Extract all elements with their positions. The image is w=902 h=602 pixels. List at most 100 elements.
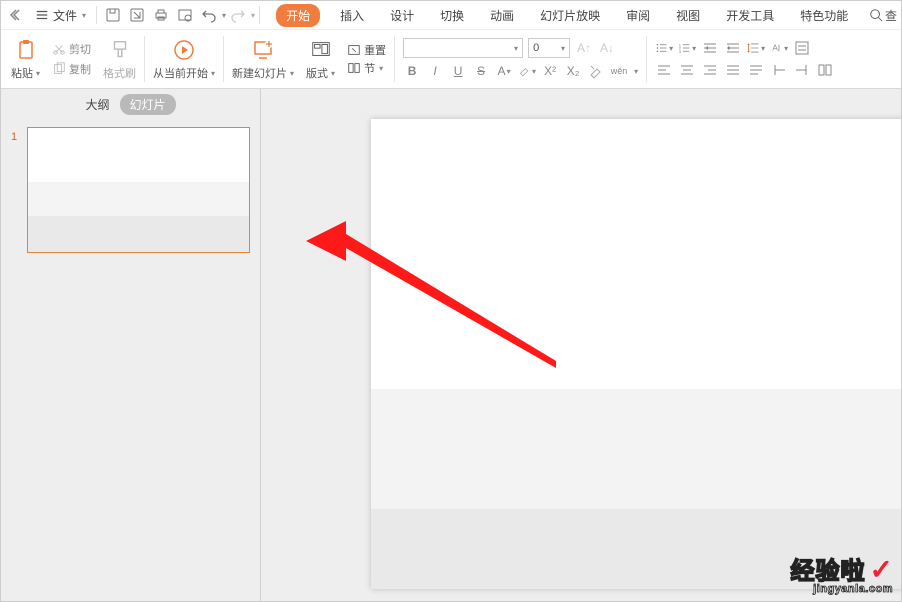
strikethrough-button[interactable]: S <box>472 62 490 80</box>
slide-number: 1 <box>11 127 21 253</box>
separator <box>223 36 224 82</box>
play-icon <box>171 37 197 63</box>
pinyin-button[interactable]: wěn <box>610 62 628 80</box>
reset-label: 重置 <box>364 42 386 58</box>
tab-review[interactable]: 审阅 <box>620 3 656 28</box>
separator <box>96 6 97 24</box>
superscript-button[interactable]: X² <box>541 62 559 80</box>
format-painter-button[interactable]: 格式刷 <box>97 32 142 86</box>
tab-design[interactable]: 设计 <box>384 3 420 28</box>
copy-label: 复制 <box>69 61 91 77</box>
tab-view[interactable]: 视图 <box>670 3 706 28</box>
align-center-button[interactable] <box>678 61 696 79</box>
undo-icon[interactable] <box>200 6 218 24</box>
chevron-down-icon: ▾ <box>82 11 86 20</box>
separator <box>144 36 145 82</box>
chevron-down-icon[interactable]: ▾ <box>634 67 638 76</box>
font-family-combo[interactable]: ▾ <box>403 38 523 58</box>
tab-transition[interactable]: 切换 <box>434 3 470 28</box>
tab-start[interactable]: 开始 <box>276 4 320 27</box>
decrease-indent-button[interactable] <box>701 39 719 57</box>
preview-icon[interactable] <box>176 6 194 24</box>
sidebar-tab-outline[interactable]: 大纲 <box>85 96 109 113</box>
numbering-button[interactable]: 123▾ <box>678 39 696 57</box>
search-area[interactable]: 查 <box>869 7 897 24</box>
italic-button[interactable]: I <box>426 62 444 80</box>
format-painter-label: 格式刷 <box>103 65 136 81</box>
redo-icon[interactable] <box>229 6 247 24</box>
subscript-button[interactable]: X₂ <box>564 62 582 80</box>
new-slide-button[interactable]: 新建幻灯片▾ <box>226 32 300 86</box>
increase-font-icon[interactable]: A↑ <box>575 39 593 57</box>
watermark-main: 经验啦 <box>791 560 866 584</box>
collapse-icon[interactable] <box>8 6 26 24</box>
indent-right-button[interactable] <box>793 61 811 79</box>
layout-button[interactable]: 版式▾ <box>300 32 341 86</box>
chevron-down-icon: ▾ <box>514 44 518 53</box>
file-menu[interactable]: 文件 ▾ <box>29 7 92 24</box>
svg-text:3: 3 <box>679 49 682 54</box>
slide-thumbnail-1[interactable]: 1 <box>1 119 260 261</box>
align-left-button[interactable] <box>655 61 673 79</box>
chevron-down-icon: ▾ <box>561 44 565 53</box>
format-painter-icon <box>107 37 133 63</box>
tab-devtools[interactable]: 开发工具 <box>720 3 780 28</box>
clear-format-button[interactable] <box>587 62 605 80</box>
paste-icon <box>13 37 39 63</box>
new-slide-label: 新建幻灯片 <box>232 65 287 81</box>
chevron-down-icon: ▾ <box>211 69 215 78</box>
increase-indent-button[interactable] <box>724 39 742 57</box>
save-icon[interactable] <box>104 6 122 24</box>
columns-button[interactable] <box>816 61 834 79</box>
align-justify-button[interactable] <box>724 61 742 79</box>
reset-button[interactable]: 重置 <box>347 42 386 58</box>
chevron-down-icon: ▾ <box>331 69 335 78</box>
align-right-button[interactable] <box>701 61 719 79</box>
undo-dropdown[interactable]: ▾ <box>222 11 226 20</box>
print-icon[interactable] <box>152 6 170 24</box>
indent-left-button[interactable] <box>770 61 788 79</box>
from-current-label: 从当前开始 <box>153 65 208 81</box>
font-size-combo[interactable]: 0▾ <box>528 38 570 58</box>
check-icon: ✓ <box>870 554 893 585</box>
tab-insert[interactable]: 插入 <box>334 3 370 28</box>
separator <box>259 6 260 24</box>
from-current-button[interactable]: 从当前开始▾ <box>147 32 221 86</box>
svg-text:A: A <box>773 43 779 52</box>
redo-dropdown[interactable]: ▾ <box>251 11 255 20</box>
tab-animation[interactable]: 动画 <box>484 3 520 28</box>
copy-button[interactable]: 复制 <box>50 60 93 78</box>
menubar: 文件 ▾ ▾ ▾ 开始 插入 设计 切换 动画 幻灯片放映 审阅 视图 开发工具… <box>1 1 901 29</box>
tab-slideshow[interactable]: 幻灯片放映 <box>534 3 606 28</box>
file-label: 文件 <box>53 7 77 24</box>
line-spacing-button[interactable]: ▾ <box>747 39 765 57</box>
separator <box>394 36 395 82</box>
section-label: 节 <box>364 60 375 76</box>
text-direction-button[interactable]: A▾ <box>770 39 788 57</box>
slide-thumb-preview <box>27 127 250 253</box>
highlight-button[interactable]: ▾ <box>518 62 536 80</box>
tab-special[interactable]: 特色功能 <box>794 3 854 28</box>
search-label: 查 <box>885 7 897 24</box>
paste-label: 粘贴 <box>11 65 33 81</box>
cut-button[interactable]: 剪切 <box>50 40 93 58</box>
new-slide-icon <box>250 37 276 63</box>
distribute-button[interactable] <box>747 61 765 79</box>
layout-label: 版式 <box>306 65 328 81</box>
bold-button[interactable]: B <box>403 62 421 80</box>
sidebar-tab-thumbnails[interactable]: 幻灯片 <box>120 94 176 115</box>
section-button[interactable]: 节▾ <box>347 60 386 76</box>
separator <box>646 36 647 82</box>
open-icon[interactable] <box>128 6 146 24</box>
underline-button[interactable]: U <box>449 62 467 80</box>
decrease-font-icon[interactable]: A↓ <box>598 39 616 57</box>
menu-tabs: 开始 插入 设计 切换 动画 幻灯片放映 审阅 视图 开发工具 特色功能 <box>276 3 854 28</box>
slide-panel: 大纲 幻灯片 1 <box>1 89 261 601</box>
paste-group[interactable]: 粘贴▾ <box>5 32 46 86</box>
slide-canvas[interactable] <box>261 89 901 601</box>
font-color-button[interactable]: A▾ <box>495 62 513 80</box>
chevron-down-icon: ▾ <box>290 69 294 78</box>
bullets-button[interactable]: ▾ <box>655 39 673 57</box>
align-text-button[interactable] <box>793 39 811 57</box>
slide-1[interactable] <box>371 119 901 589</box>
